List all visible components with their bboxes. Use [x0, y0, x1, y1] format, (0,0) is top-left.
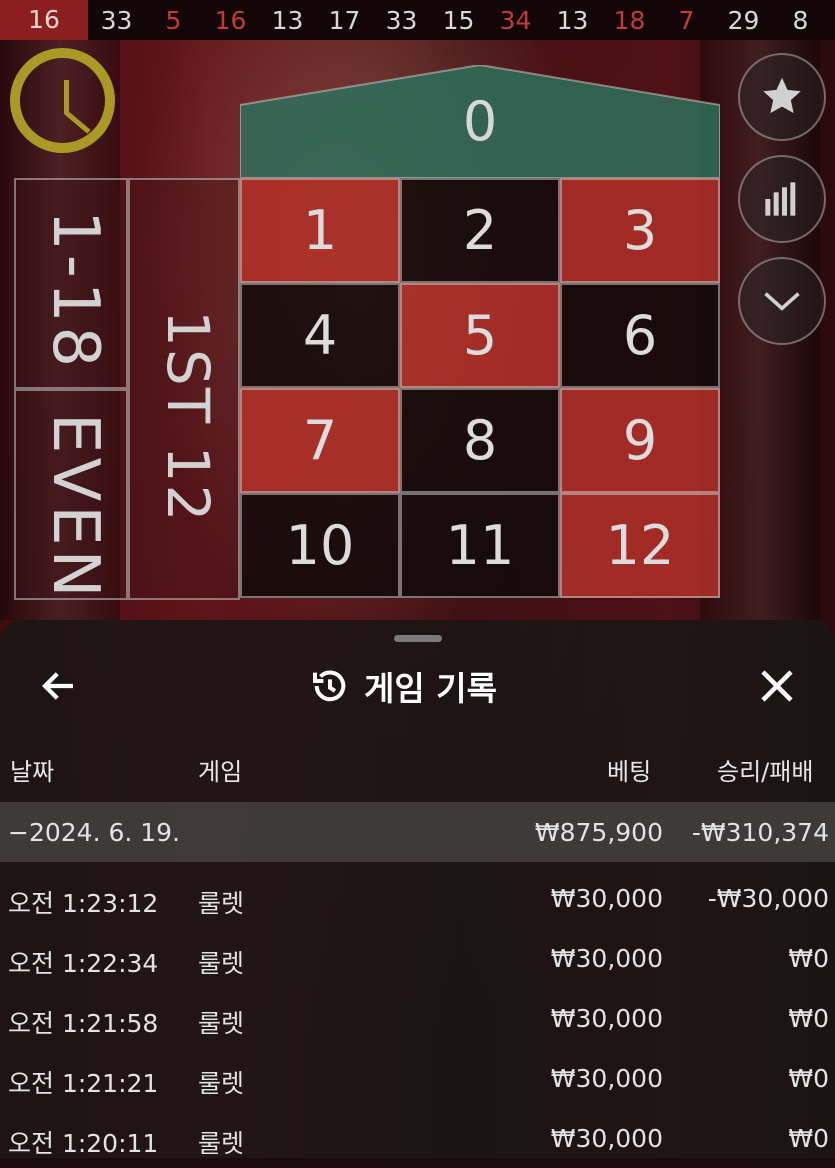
column-header-game: 게임: [198, 758, 243, 786]
history-result: 33: [385, 5, 418, 35]
close-button[interactable]: [756, 665, 798, 707]
row-time: 오전 1:23:12: [8, 889, 159, 918]
history-row[interactable]: 오전 1:21:58 룰렛 ₩30,000 ₩0: [0, 988, 835, 1048]
zero-label: 0: [462, 90, 498, 153]
bet-spot-number[interactable]: 5: [400, 283, 560, 388]
panel-header: 게임 기록: [310, 662, 497, 710]
bet-spot-number[interactable]: 2: [400, 178, 560, 283]
row-game: 룰렛: [198, 1069, 245, 1098]
history-result: 7: [678, 5, 695, 35]
summary-bet-total: ₩875,900: [534, 818, 663, 847]
history-result: 29: [727, 5, 760, 35]
row-time: 오전 1:21:21: [8, 1069, 159, 1098]
history-result: 15: [442, 5, 475, 35]
timer-icon: [10, 48, 115, 153]
row-result: ₩0: [788, 1124, 829, 1153]
history-result: 5: [165, 5, 182, 35]
chevron-down-icon: [764, 292, 800, 311]
history-result: 17: [328, 5, 361, 35]
row-result: ₩0: [788, 1064, 829, 1093]
close-icon: [761, 670, 793, 702]
low-bet-label: 1-18: [38, 210, 112, 372]
history-icon: [313, 670, 346, 702]
statistics-button[interactable]: [738, 155, 826, 243]
row-result: ₩0: [788, 1004, 829, 1033]
bet-spot-number[interactable]: 4: [240, 283, 400, 388]
bet-spot-number[interactable]: 8: [400, 388, 560, 493]
row-game: 룰렛: [198, 889, 245, 918]
row-time: 오전 1:22:34: [8, 949, 159, 978]
stats-icon: [765, 182, 796, 216]
bet-spot-number[interactable]: 1: [240, 178, 400, 283]
bet-spot-number[interactable]: 11: [400, 493, 560, 598]
summary-result-total: -₩310,374: [691, 818, 829, 847]
row-bet: ₩30,000: [550, 1064, 663, 1093]
row-bet: ₩30,000: [550, 944, 663, 973]
history-result: 13: [556, 5, 589, 35]
history-result: 13: [271, 5, 304, 35]
bet-spot-first-dozen[interactable]: 1ST 12: [128, 178, 240, 600]
column-header-date: 날짜: [10, 758, 55, 786]
row-time: 오전 1:21:58: [8, 1009, 159, 1038]
favorite-button[interactable]: [738, 53, 826, 141]
row-bet: ₩30,000: [550, 1004, 663, 1033]
column-header-result: 승리/패배: [717, 758, 814, 786]
row-result: ₩0: [788, 944, 829, 973]
history-row[interactable]: 오전 1:22:34 룰렛 ₩30,000 ₩0: [0, 928, 835, 988]
results-history-bar: 16 33 5 16 13 17 33 15 34 13 18 7 29 8: [0, 0, 835, 40]
history-result: 16: [0, 0, 88, 40]
bet-spot-number[interactable]: 3: [560, 178, 720, 283]
history-row[interactable]: 오전 1:21:21 룰렛 ₩30,000 ₩0: [0, 1048, 835, 1108]
bet-spot-1-18[interactable]: 1-18: [14, 178, 128, 389]
even-bet-label: EVEN: [38, 413, 112, 602]
bet-spot-number[interactable]: 6: [560, 283, 720, 388]
row-result: -₩30,000: [707, 884, 829, 913]
row-time: 오전 1:20:11: [8, 1129, 159, 1158]
history-row[interactable]: 오전 1:20:11 룰렛 ₩30,000 ₩0: [0, 1108, 835, 1168]
history-result: 16: [214, 5, 247, 35]
column-header-bet: 베팅: [607, 758, 652, 786]
history-result: 34: [499, 5, 532, 35]
panel-title: 게임 기록: [364, 669, 497, 708]
date-summary-row[interactable]: −2024. 6. 19. ₩875,900 -₩310,374: [0, 802, 835, 862]
bet-spot-number[interactable]: 7: [240, 388, 400, 493]
star-icon: [763, 77, 801, 114]
row-game: 룰렛: [198, 1009, 245, 1038]
bet-spot-number[interactable]: 12: [560, 493, 720, 598]
bet-spot-zero[interactable]: 0: [240, 65, 720, 178]
row-game: 룰렛: [198, 1129, 245, 1158]
arrow-left-icon: [42, 672, 73, 700]
collapse-button[interactable]: [738, 257, 826, 345]
panel-drag-handle[interactable]: [394, 635, 442, 642]
bet-spot-even[interactable]: EVEN: [14, 389, 128, 602]
history-result: 18: [613, 5, 646, 35]
row-bet: ₩30,000: [550, 884, 663, 913]
dozen-bet-label: 1ST 12: [154, 310, 222, 524]
summary-date: −2024. 6. 19.: [8, 818, 181, 847]
history-result: 8: [792, 5, 809, 35]
history-result: 33: [100, 5, 133, 35]
bet-spot-number[interactable]: 9: [560, 388, 720, 493]
back-button[interactable]: [38, 665, 80, 707]
bet-spot-number[interactable]: 10: [240, 493, 400, 598]
row-game: 룰렛: [198, 949, 245, 978]
row-bet: ₩30,000: [550, 1124, 663, 1153]
history-row[interactable]: 오전 1:23:12 룰렛 ₩30,000 -₩30,000: [0, 868, 835, 928]
